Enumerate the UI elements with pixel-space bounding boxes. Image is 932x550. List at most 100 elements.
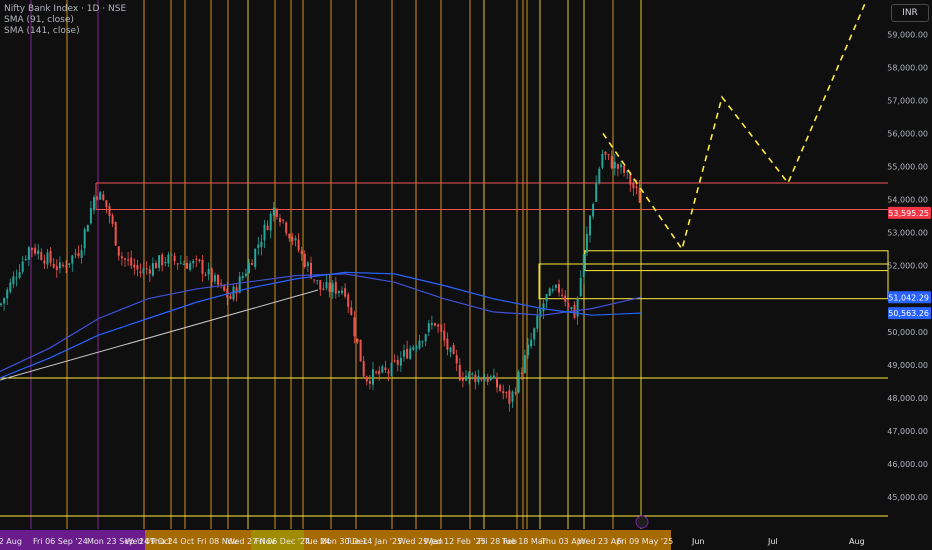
candle-body-27 <box>83 229 86 249</box>
y-tick-label: 54,000.00 <box>887 196 928 205</box>
candle-body-30 <box>93 197 95 211</box>
candle-body-89 <box>275 208 278 217</box>
candle-body-168 <box>520 372 523 375</box>
candle-body-115 <box>356 338 359 343</box>
candle-body-200 <box>620 164 622 168</box>
candle-body-84 <box>260 241 263 248</box>
candle-body-124 <box>384 367 387 371</box>
candle-body-201 <box>623 165 626 174</box>
candle-body-60 <box>186 262 188 269</box>
candle-body-81 <box>251 262 254 266</box>
candle-body-120 <box>372 369 374 385</box>
candle-body-65 <box>201 259 204 274</box>
y-tick-label: 50,000.00 <box>887 328 928 337</box>
candle-body-28 <box>86 225 89 232</box>
candle-body-119 <box>368 380 371 384</box>
y-tick-label: 55,000.00 <box>887 163 928 172</box>
candle-body-195 <box>604 151 607 155</box>
price-label-text: 51,042.29 <box>888 293 929 302</box>
candle-body-15 <box>46 252 49 265</box>
candle-body-142 <box>440 324 443 332</box>
candle-body-179 <box>554 284 557 288</box>
candle-body-128 <box>396 360 399 365</box>
y-tick-label: 56,000.00 <box>887 129 928 138</box>
chart-background <box>0 0 932 550</box>
candle-body-34 <box>105 200 108 208</box>
candle-body-25 <box>77 252 80 257</box>
candle-body-203 <box>629 173 632 185</box>
candle-body-87 <box>269 213 272 231</box>
candle-body-159 <box>492 375 495 379</box>
x-tick-label: Jul <box>767 537 778 546</box>
candle-body-181 <box>561 294 564 296</box>
candle-body-12 <box>37 250 40 255</box>
candle-body-68 <box>210 268 213 282</box>
candle-body-137 <box>424 334 427 342</box>
candle-body-184 <box>570 307 573 310</box>
event-marker-icon <box>635 515 649 529</box>
candle-body-95 <box>294 238 297 241</box>
candle-body-53 <box>164 261 167 264</box>
candle-body-164 <box>508 390 511 404</box>
candle-body-109 <box>337 291 340 294</box>
candle-body-202 <box>626 171 629 173</box>
candle-body-0 <box>0 303 2 306</box>
candle-body-102 <box>316 280 319 282</box>
candle-body-42 <box>130 257 133 266</box>
candle-body-4 <box>12 276 15 285</box>
symbol-title: Nifty Bank Index · 1D · NSE <box>4 4 127 14</box>
x-tick-label: Fri 06 Dec '24 <box>255 537 310 546</box>
candle-body-74 <box>229 295 232 299</box>
candle-body-143 <box>443 330 446 341</box>
candle-body-31 <box>96 197 99 199</box>
candle-body-56 <box>173 255 176 262</box>
candle-body-144 <box>446 338 449 350</box>
candle-body-132 <box>409 348 412 359</box>
candle-body-41 <box>127 259 130 261</box>
candle-body-151 <box>468 372 471 378</box>
candle-body-86 <box>266 225 269 230</box>
candle-body-204 <box>632 183 635 189</box>
indicator-sma-slow[interactable]: SMA (141, close) <box>4 26 126 37</box>
candle-body-39 <box>120 256 123 259</box>
candle-body-111 <box>344 288 347 297</box>
candle-body-93 <box>288 233 291 239</box>
candle-body-171 <box>530 339 533 347</box>
currency-button[interactable]: INR <box>891 4 929 22</box>
candle-body-10 <box>31 248 33 250</box>
candle-body-157 <box>486 376 489 382</box>
candle-body-101 <box>313 279 316 281</box>
candle-body-123 <box>381 366 384 373</box>
candle-body-196 <box>607 154 610 156</box>
candle-body-32 <box>99 192 102 200</box>
y-tick-label: 52,000.00 <box>887 262 928 271</box>
candle-body-163 <box>505 392 508 394</box>
candle-body-167 <box>517 371 520 393</box>
x-tick-label: Thu 24 Oct <box>149 537 194 546</box>
candle-body-91 <box>282 219 285 221</box>
candlestick-chart[interactable]: 45,000.00 46,000.00 47,000.00 48,000.00 49,0… <box>0 0 932 550</box>
candle-body-148 <box>458 364 461 381</box>
candle-body-127 <box>393 360 396 362</box>
candle-body-135 <box>418 340 421 349</box>
y-tick-label: 57,000.00 <box>887 96 928 105</box>
y-tick-label: 47,000.00 <box>887 427 928 436</box>
candle-body-37 <box>114 222 117 246</box>
candle-body-100 <box>310 262 312 279</box>
candle-body-116 <box>359 339 362 362</box>
candle-body-141 <box>437 324 440 327</box>
candle-body-129 <box>399 357 402 366</box>
candle-body-197 <box>610 156 613 169</box>
indicator-sma-fast[interactable]: SMA (91, close) <box>4 15 126 26</box>
candle-body-85 <box>263 224 266 241</box>
candle-body-154 <box>477 375 480 382</box>
candle-body-190 <box>589 215 591 236</box>
candle-body-108 <box>334 281 337 294</box>
candle-body-76 <box>235 287 238 294</box>
candle-body-104 <box>322 288 325 290</box>
candle-body-172 <box>533 328 536 340</box>
candle-body-103 <box>319 280 322 290</box>
candle-body-88 <box>272 207 275 216</box>
candle-body-97 <box>300 250 303 254</box>
candle-body-66 <box>204 274 207 276</box>
